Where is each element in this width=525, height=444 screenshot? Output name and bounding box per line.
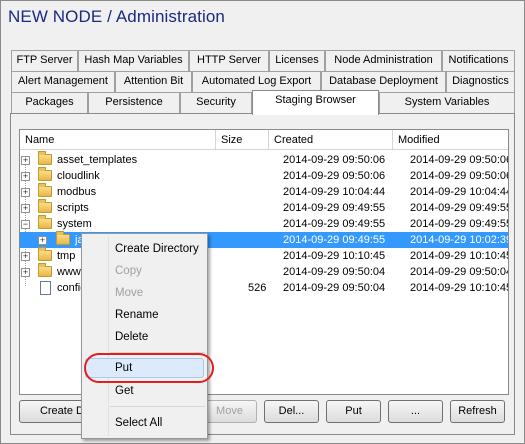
- row-created: 2014-09-29 09:50:06: [283, 170, 386, 182]
- refresh-button[interactable]: Refresh: [450, 400, 505, 423]
- column-header-row: Name Size Created Modified: [20, 130, 508, 150]
- annotation-highlight-oval: [84, 353, 214, 383]
- expand-icon[interactable]: +: [21, 172, 30, 181]
- row-created: 2014-09-29 10:04:44: [283, 186, 386, 198]
- row-modified: 2014-09-29 09:50:06: [410, 170, 509, 182]
- tab-hash-map-variables[interactable]: Hash Map Variables: [78, 50, 189, 71]
- row-modified: 2014-09-29 10:10:45: [410, 250, 509, 262]
- tab-node-administration[interactable]: Node Administration: [325, 50, 442, 71]
- row-created: 2014-09-29 09:50:04: [283, 266, 386, 278]
- folder-icon: [38, 263, 52, 277]
- menu-item-delete[interactable]: Delete: [115, 329, 148, 345]
- column-header-name[interactable]: Name: [20, 130, 216, 150]
- menu-separator: [110, 406, 205, 407]
- row-name: tmp: [57, 250, 76, 262]
- folder-icon: [56, 231, 70, 245]
- table-row[interactable]: + asset_templates 2014-09-29 09:50:06 20…: [20, 151, 509, 168]
- expand-icon[interactable]: +: [21, 156, 30, 165]
- expand-icon[interactable]: +: [21, 268, 30, 277]
- tab-diagnostics[interactable]: Diagnostics: [446, 71, 515, 92]
- folder-icon: [38, 199, 52, 213]
- window-title: NEW NODE / Administration: [8, 7, 225, 26]
- row-created: 2014-09-29 10:10:45: [283, 250, 386, 262]
- row-name: scripts: [57, 202, 89, 214]
- menu-gutter: [108, 236, 109, 436]
- row-name: system: [57, 218, 92, 230]
- row-size: 526: [248, 282, 267, 294]
- tab-staging-browser[interactable]: Staging Browser: [252, 90, 379, 115]
- row-created: 2014-09-29 09:50:04: [283, 282, 386, 294]
- row-modified: 2014-09-29 09:49:55: [410, 202, 509, 214]
- row-created: 2014-09-29 09:49:55: [283, 202, 386, 214]
- context-menu: Create Directory Copy Move Rename Delete…: [81, 233, 208, 439]
- menu-item-create-directory[interactable]: Create Directory: [115, 241, 199, 257]
- row-created: 2014-09-29 09:49:55: [283, 234, 386, 246]
- row-created: 2014-09-29 09:50:06: [283, 154, 386, 166]
- tab-system-variables[interactable]: System Variables: [379, 92, 515, 113]
- tab-attention-bit[interactable]: Attention Bit: [115, 71, 192, 92]
- column-header-size[interactable]: Size: [216, 130, 269, 150]
- delete-button[interactable]: Del...: [264, 400, 319, 423]
- tab-ftp-server[interactable]: FTP Server: [11, 50, 78, 71]
- tab-database-deployment[interactable]: Database Deployment: [321, 71, 446, 92]
- tab-security[interactable]: Security: [180, 92, 252, 113]
- folder-icon: [38, 151, 52, 165]
- row-modified: 2014-09-29 10:10:45: [410, 282, 509, 294]
- folder-icon: [38, 183, 52, 197]
- table-row[interactable]: + modbus 2014-09-29 10:04:44 2014-09-29 …: [20, 183, 509, 200]
- column-header-created[interactable]: Created: [269, 130, 393, 150]
- row-modified: 2014-09-29 10:02:39: [410, 234, 509, 246]
- row-name: modbus: [57, 186, 97, 198]
- row-created: 2014-09-29 09:49:55: [283, 218, 386, 230]
- expand-icon[interactable]: +: [21, 252, 30, 261]
- column-header-modified[interactable]: Modified: [393, 130, 508, 150]
- expand-icon[interactable]: +: [21, 204, 30, 213]
- row-modified: 2014-09-29 09:49:55: [410, 218, 509, 230]
- menu-item-copy[interactable]: Copy: [115, 263, 142, 279]
- row-modified: 2014-09-29 09:50:04: [410, 266, 509, 278]
- more-button[interactable]: ...: [388, 400, 443, 423]
- expand-icon[interactable]: +: [38, 236, 47, 245]
- tab-http-server[interactable]: HTTP Server: [189, 50, 269, 71]
- row-name: asset_templates: [57, 154, 138, 166]
- table-row[interactable]: − system 2014-09-29 09:49:55 2014-09-29 …: [20, 215, 509, 232]
- tab-packages[interactable]: Packages: [11, 92, 88, 113]
- folder-icon: [38, 167, 52, 181]
- row-name: www: [57, 266, 81, 278]
- tab-licenses[interactable]: Licenses: [269, 50, 325, 71]
- file-icon: [40, 281, 51, 295]
- tab-notifications[interactable]: Notifications: [442, 50, 515, 71]
- row-modified: 2014-09-29 10:04:44: [410, 186, 509, 198]
- tab-persistence[interactable]: Persistence: [88, 92, 180, 113]
- menu-item-rename[interactable]: Rename: [115, 307, 158, 323]
- collapse-icon[interactable]: −: [21, 220, 30, 229]
- move-button[interactable]: Move: [202, 400, 257, 423]
- row-modified: 2014-09-29 09:50:06: [410, 154, 509, 166]
- administration-window: NEW NODE / Administration FTP Server Has…: [0, 0, 525, 444]
- tab-alert-management[interactable]: Alert Management: [11, 71, 115, 92]
- table-row[interactable]: + cloudlink 2014-09-29 09:50:06 2014-09-…: [20, 167, 509, 184]
- folder-icon: [38, 247, 52, 261]
- put-button[interactable]: Put: [326, 400, 381, 423]
- table-row[interactable]: + scripts 2014-09-29 09:49:55 2014-09-29…: [20, 199, 509, 216]
- menu-item-move[interactable]: Move: [115, 285, 143, 301]
- folder-icon: [38, 215, 52, 229]
- menu-item-get[interactable]: Get: [115, 383, 134, 399]
- menu-item-select-all[interactable]: Select All: [115, 415, 162, 431]
- expand-icon[interactable]: +: [21, 188, 30, 197]
- tab-automated-log-export[interactable]: Automated Log Export: [192, 71, 321, 92]
- row-name: cloudlink: [57, 170, 100, 182]
